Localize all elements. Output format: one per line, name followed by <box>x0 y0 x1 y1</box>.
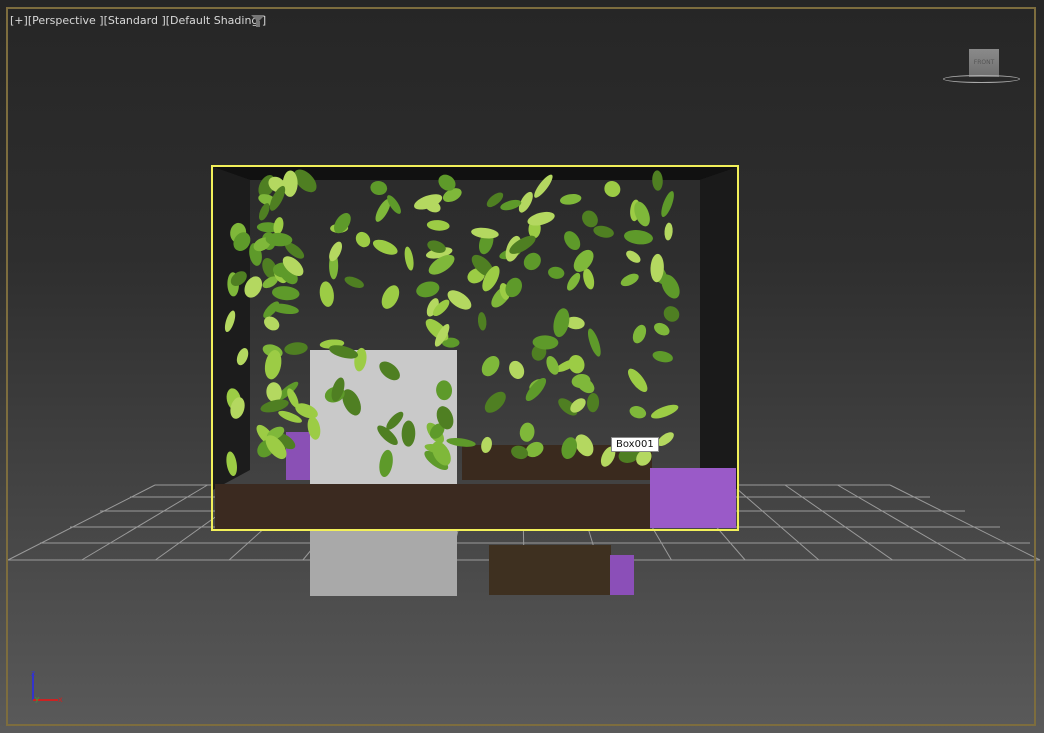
leaf <box>587 328 601 357</box>
planter-main[interactable] <box>215 484 650 529</box>
leaf <box>329 241 343 262</box>
leaf <box>604 181 621 198</box>
leaf <box>629 406 647 419</box>
planter-front[interactable] <box>489 545 611 595</box>
leaf <box>652 351 673 363</box>
leaf <box>560 193 582 205</box>
leaf <box>568 354 585 374</box>
leaf <box>519 422 535 442</box>
leaf <box>661 191 674 218</box>
leaf <box>546 355 559 375</box>
leaf <box>381 285 400 309</box>
right-wall <box>700 167 738 490</box>
axis-z-label: z <box>31 669 35 678</box>
leaf <box>573 249 594 272</box>
scene: z x y <box>7 165 1041 704</box>
leaf <box>620 273 639 287</box>
white-block-lower[interactable] <box>310 530 457 596</box>
object-tooltip: Box001 <box>611 437 659 452</box>
grid-line <box>784 484 893 561</box>
grid-line <box>889 484 1041 561</box>
grid-line <box>732 484 820 561</box>
leaf <box>663 306 680 322</box>
leaf <box>626 250 641 263</box>
leaf <box>586 392 600 413</box>
axis-tripod: z x y <box>31 669 63 704</box>
leaf <box>664 222 673 241</box>
leaf <box>564 231 581 251</box>
leaf <box>273 217 284 235</box>
leaf <box>525 377 547 402</box>
leaf <box>372 239 398 255</box>
leaf <box>370 180 388 195</box>
leaf <box>509 360 525 379</box>
leaf <box>627 368 648 393</box>
grid-line <box>837 484 967 561</box>
axis-x-label: x <box>58 695 63 704</box>
leaf <box>447 290 472 310</box>
leaf <box>523 252 541 271</box>
leaf <box>654 322 670 336</box>
leaf <box>624 229 653 245</box>
flower-bed-front[interactable] <box>610 555 634 595</box>
leaf <box>471 227 499 239</box>
leaf <box>553 308 570 338</box>
leaf <box>632 324 647 344</box>
axis-y-label: y <box>35 695 39 703</box>
leaf <box>344 276 364 288</box>
left-wall <box>213 167 250 490</box>
leaf <box>567 272 581 291</box>
leaf <box>481 356 500 377</box>
leaf <box>416 281 440 298</box>
leaf <box>484 391 506 413</box>
leaf <box>593 225 614 238</box>
flower-bed-right[interactable] <box>650 468 736 528</box>
leaf <box>548 266 565 279</box>
leaf <box>271 286 300 301</box>
leaf <box>355 231 371 248</box>
leaf <box>319 281 334 307</box>
leaf <box>477 312 487 331</box>
leaf <box>500 199 522 211</box>
leaf <box>284 342 308 355</box>
grid-line <box>81 484 208 561</box>
perspective-viewport[interactable]: [+] [Perspective ] [Standard ] [Default … <box>0 0 1044 733</box>
leaf <box>426 220 450 231</box>
leaf <box>404 246 414 271</box>
leaf <box>650 404 679 419</box>
grid-line <box>7 484 156 561</box>
